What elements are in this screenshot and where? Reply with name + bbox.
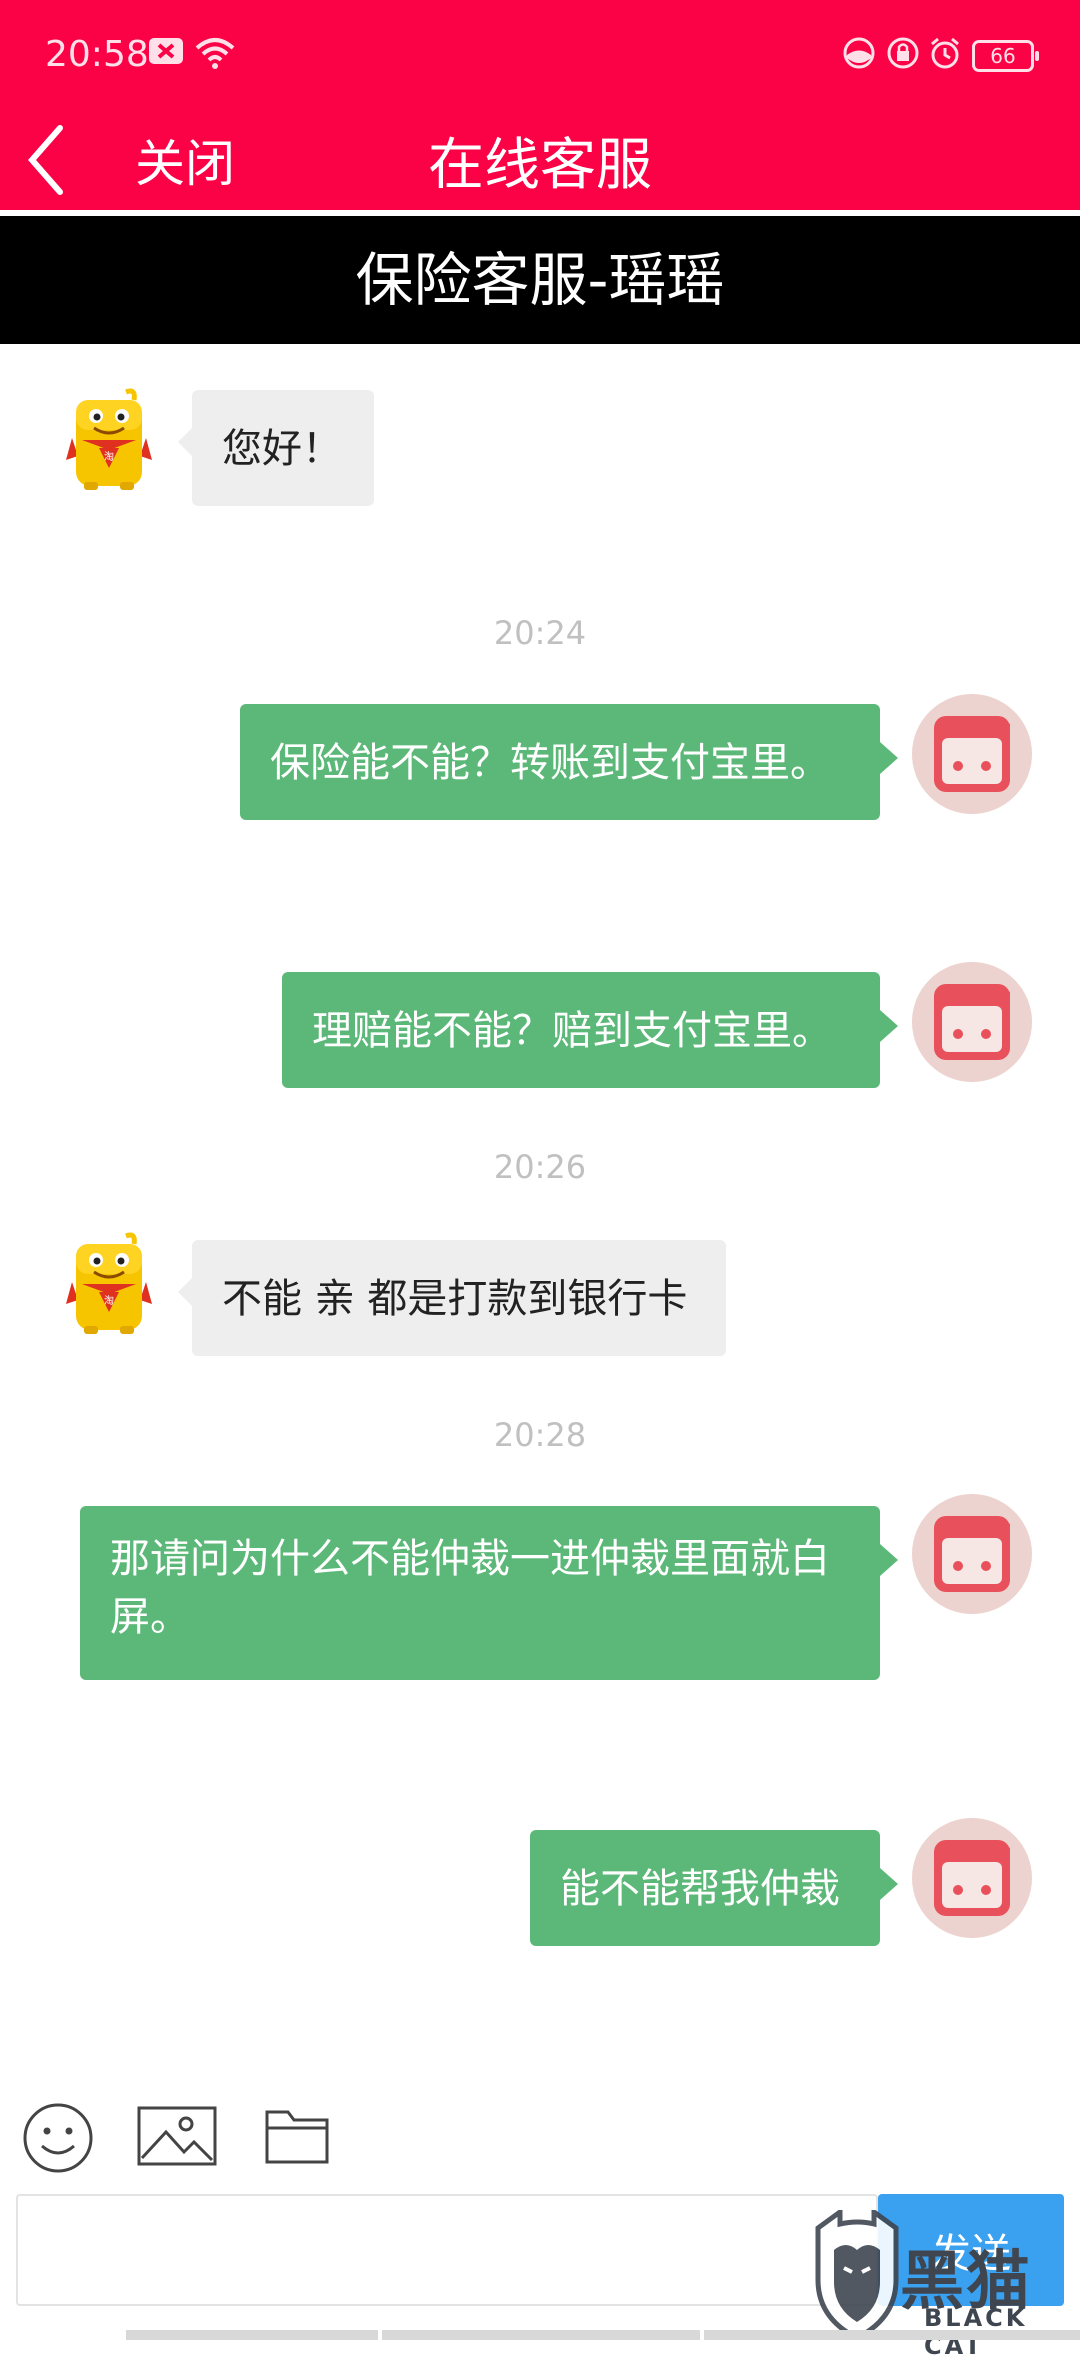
agent-name-bar: 保险客服-瑶瑶 bbox=[0, 216, 1080, 344]
image-icon bbox=[137, 2106, 217, 2166]
user-avatar-icon bbox=[912, 962, 1032, 1082]
status-bar: 20:58 66 bbox=[0, 0, 1080, 110]
data-saver-icon bbox=[842, 36, 876, 74]
input-toolbar bbox=[0, 2090, 1080, 2190]
notification-icon bbox=[148, 36, 184, 70]
battery-indicator: 66 bbox=[972, 40, 1039, 72]
message-bubble-agent[interactable]: 不能 亲 都是打款到银行卡 bbox=[178, 1240, 726, 1356]
mascot-avatar-icon: 淘 bbox=[66, 1232, 152, 1334]
message-bubble-user[interactable]: 那请问为什么不能仲裁一进仲裁里面就白屏。 bbox=[80, 1506, 898, 1680]
timestamp: 20:24 bbox=[493, 614, 587, 652]
page-title: 在线客服 bbox=[428, 133, 652, 198]
smiley-icon bbox=[23, 2103, 93, 2173]
message-bubble-agent[interactable]: 您好！ bbox=[178, 390, 374, 506]
agent-avatar[interactable]: 淘 bbox=[64, 386, 154, 496]
file-button[interactable] bbox=[262, 2100, 332, 2174]
bottom-tab[interactable] bbox=[126, 2330, 378, 2340]
image-button[interactable] bbox=[136, 2100, 218, 2174]
svg-text:淘: 淘 bbox=[104, 450, 114, 463]
user-avatar-icon bbox=[912, 1494, 1032, 1614]
timestamp: 20:28 bbox=[493, 1416, 587, 1454]
user-avatar[interactable] bbox=[912, 1494, 1032, 1614]
nav-bar: 关闭 在线客服 bbox=[0, 110, 1080, 210]
svg-text:淘: 淘 bbox=[104, 1294, 114, 1307]
message-input[interactable] bbox=[16, 2194, 878, 2306]
lock-rotation-icon bbox=[886, 36, 920, 74]
bottom-tab[interactable] bbox=[382, 2330, 700, 2340]
alarm-icon bbox=[928, 36, 962, 74]
agent-avatar[interactable]: 淘 bbox=[64, 1230, 154, 1340]
user-avatar-icon bbox=[912, 694, 1032, 814]
chat-area[interactable]: 淘 您好！ 20:24 保险能不能？转账到支付宝里。 理赔能不能？赔到支付宝里。… bbox=[0, 344, 1080, 2054]
message-bubble-user[interactable]: 理赔能不能？赔到支付宝里。 bbox=[282, 972, 898, 1088]
emoji-button[interactable] bbox=[20, 2100, 96, 2180]
message-bubble-user[interactable]: 能不能帮我仲裁 bbox=[530, 1830, 898, 1946]
folder-icon bbox=[265, 2110, 329, 2164]
bottom-tab[interactable] bbox=[704, 2330, 1080, 2340]
user-avatar[interactable] bbox=[912, 1818, 1032, 1938]
mascot-avatar-icon: 淘 bbox=[66, 388, 152, 490]
timestamp: 20:26 bbox=[493, 1148, 587, 1186]
wifi-icon bbox=[194, 36, 236, 74]
message-bubble-user[interactable]: 保险能不能？转账到支付宝里。 bbox=[240, 704, 898, 820]
status-time: 20:58 bbox=[45, 34, 149, 75]
user-avatar[interactable] bbox=[912, 694, 1032, 814]
user-avatar-icon bbox=[912, 1818, 1032, 1938]
bottom-bar bbox=[0, 2330, 1080, 2340]
user-avatar[interactable] bbox=[912, 962, 1032, 1082]
